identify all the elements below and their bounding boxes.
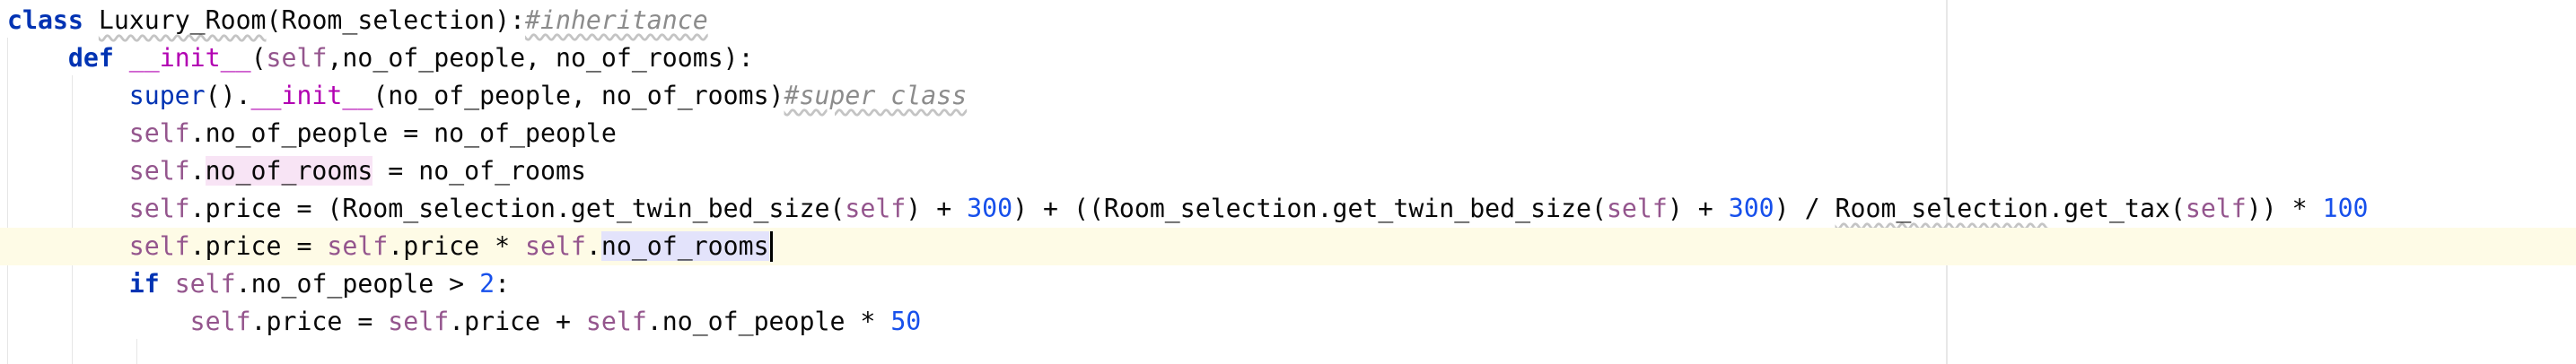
text-caret — [770, 231, 773, 262]
highlighted-usage: no_of_rooms — [205, 156, 373, 186]
code-token: = no_of_rooms — [372, 156, 586, 186]
code-token: ( — [250, 43, 267, 73]
self-token: self — [388, 307, 450, 336]
self-token: self — [845, 194, 907, 223]
code-line[interactable]: self.no_of_rooms = no_of_rooms — [0, 152, 2576, 190]
self-token: self — [128, 231, 190, 261]
comment-token: #inheritance — [525, 5, 708, 35]
code-line[interactable]: def __init__(self,no_of_people, no_of_ro… — [0, 39, 2576, 77]
code-token: (). — [205, 81, 251, 110]
highlighted-usage: no_of_rooms — [600, 231, 769, 261]
code-line[interactable]: if self.no_of_people > 2: — [0, 265, 2576, 303]
code-editor[interactable]: class Luxury_Room(Room_selection):#inher… — [0, 0, 2576, 364]
indent-guide — [136, 339, 137, 364]
code-token: . — [585, 231, 601, 261]
code-token: .no_of_people = no_of_people — [189, 118, 617, 148]
number-token: 2 — [479, 269, 495, 299]
self-token: self — [327, 231, 389, 261]
comment-token: #super class — [784, 81, 968, 110]
code-token: ) + — [1667, 194, 1729, 223]
code-token: .price + — [449, 307, 586, 336]
code-line[interactable]: self.price = self.price + self.no_of_peo… — [0, 303, 2576, 341]
code-line[interactable]: super().__init__(no_of_people, no_of_roo… — [0, 77, 2576, 115]
dunder-token: __init__ — [250, 81, 373, 110]
self-token: self — [1606, 194, 1668, 223]
code-token: ) + — [906, 194, 968, 223]
self-token: self — [2185, 194, 2247, 223]
self-token: self — [128, 194, 190, 223]
self-token: self — [189, 307, 251, 336]
dunder-token: __init__ — [128, 43, 251, 73]
code-line[interactable]: self.no_of_people = no_of_people — [0, 115, 2576, 152]
number-token: 100 — [2322, 194, 2369, 223]
code-line[interactable]: self.price = (Room_selection.get_twin_be… — [0, 190, 2576, 228]
keyword-token: def — [67, 43, 114, 73]
self-token: self — [174, 269, 236, 299]
keyword-token: if — [128, 269, 160, 299]
code-token: .get_tax( — [2048, 194, 2186, 223]
code-token: . — [189, 156, 206, 186]
self-token: self — [128, 156, 190, 186]
code-token: ) / — [1774, 194, 1836, 223]
self-token: self — [128, 118, 190, 148]
code-line[interactable]: self.price = self.price * self.no_of_roo… — [0, 228, 2576, 265]
code-token: ) + ((Room_selection.get_twin_bed_size( — [1012, 194, 1607, 223]
keyword-token: class — [7, 5, 83, 35]
code-token: .price = (Room_selection.get_twin_bed_si… — [189, 194, 846, 223]
self-token: self — [585, 307, 647, 336]
typo-token: Room_selection — [1835, 194, 2049, 223]
code-token: )) * — [2246, 194, 2323, 223]
code-token: .price = — [250, 307, 389, 336]
code-token: (Room_selection): — [266, 5, 526, 35]
code-token: .no_of_people * — [646, 307, 891, 336]
code-token: (no_of_people, no_of_rooms) — [372, 81, 784, 110]
code-token: .no_of_people > — [235, 269, 480, 299]
code-token: .price * — [388, 231, 526, 261]
number-token: 300 — [1728, 194, 1774, 223]
number-token: 50 — [890, 307, 922, 336]
code-line[interactable]: class Luxury_Room(Room_selection):#inher… — [0, 2, 2576, 39]
code-token: .price = — [189, 231, 328, 261]
code-token: ,no_of_people, no_of_rooms): — [327, 43, 754, 73]
number-token: 300 — [967, 194, 1013, 223]
self-token: self — [266, 43, 328, 73]
self-token: self — [525, 231, 586, 261]
code-token: : — [495, 269, 511, 299]
typo-token: Luxury_Room — [98, 5, 267, 35]
builtin-token: super — [128, 81, 206, 110]
